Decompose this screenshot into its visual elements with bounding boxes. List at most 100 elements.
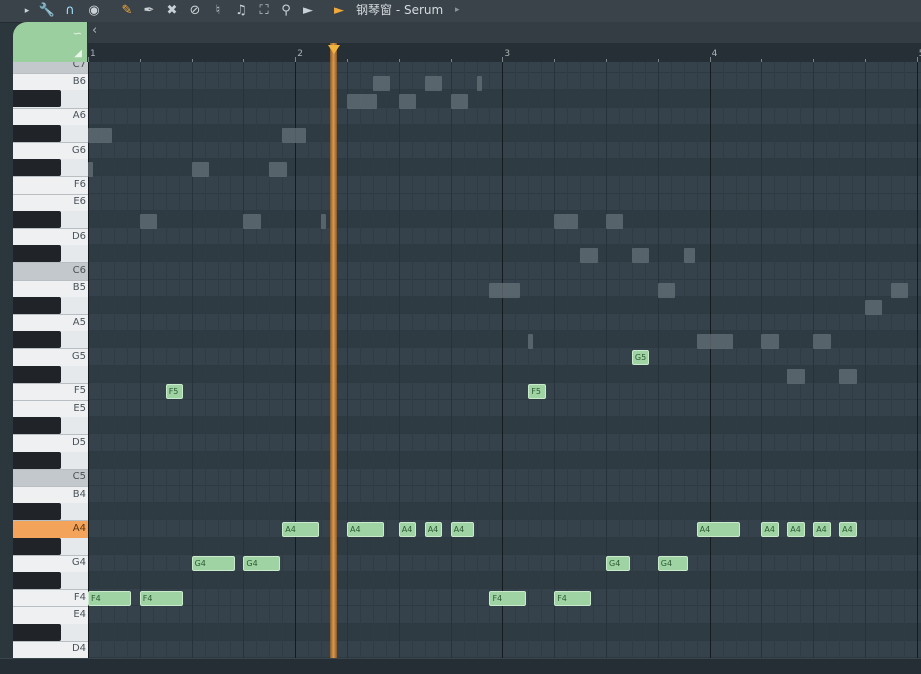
key-label: G6 xyxy=(72,145,86,157)
ghost-note xyxy=(451,94,468,109)
note-g4[interactable]: G4 xyxy=(192,556,235,571)
grid-line xyxy=(697,62,698,658)
note-a4[interactable]: A4 xyxy=(839,522,856,537)
title-arrow-icon[interactable]: ▸ xyxy=(455,0,460,20)
black-key-fs4[interactable] xyxy=(13,572,61,589)
black-key-gs6[interactable] xyxy=(13,125,61,142)
horizontal-scroll[interactable]: ‹ xyxy=(88,22,921,43)
black-key-fs5[interactable] xyxy=(13,366,61,383)
grid-line xyxy=(723,62,724,658)
ghost-note xyxy=(373,76,390,91)
playhead[interactable] xyxy=(330,43,337,663)
grid-row xyxy=(88,624,921,641)
note-a4[interactable]: A4 xyxy=(697,522,740,537)
key-label: C7 xyxy=(73,62,86,71)
black-key-ds6[interactable] xyxy=(13,211,61,228)
pencil-icon[interactable]: ✎ xyxy=(118,2,136,20)
black-key-cs6[interactable] xyxy=(13,245,61,262)
grid-line xyxy=(308,62,309,658)
black-key-ds5[interactable] xyxy=(13,417,61,434)
note-g4[interactable]: G4 xyxy=(606,556,630,571)
grid-line xyxy=(865,62,866,658)
ghost-note xyxy=(606,214,623,229)
note-f4[interactable]: F4 xyxy=(140,591,183,606)
playhead-marker-icon[interactable] xyxy=(328,45,340,54)
note-f4[interactable]: F4 xyxy=(554,591,591,606)
note-a4[interactable]: A4 xyxy=(787,522,804,537)
key-label: F4 xyxy=(74,592,86,604)
grid-line xyxy=(347,62,348,658)
paint-icon[interactable]: ✒ xyxy=(140,2,158,20)
magnet-icon[interactable]: ∩ xyxy=(61,2,79,20)
black-key-ds4[interactable] xyxy=(13,624,61,641)
key-label: B4 xyxy=(73,489,86,501)
grid-line xyxy=(852,62,853,658)
snap-corner[interactable]: ∽ ◢ xyxy=(13,22,87,62)
grid-line xyxy=(373,62,374,658)
key-label: F5 xyxy=(74,385,86,397)
key-label: D6 xyxy=(72,231,86,243)
key-label: C5 xyxy=(73,471,86,483)
grid-line xyxy=(787,62,788,658)
black-key-gs5[interactable] xyxy=(13,331,61,348)
playback-icon[interactable]: ► xyxy=(299,2,317,20)
slice-icon[interactable]: ⊘ xyxy=(186,2,204,20)
note-a4[interactable]: A4 xyxy=(399,522,416,537)
delete-icon[interactable]: ✖ xyxy=(163,2,181,20)
grid-line xyxy=(464,62,465,658)
black-key-as5[interactable] xyxy=(13,297,61,314)
ghost-note xyxy=(632,248,649,263)
black-key-fs6[interactable] xyxy=(13,159,61,176)
timeline-ruler[interactable]: 12345 xyxy=(88,43,921,62)
zoom-icon[interactable]: ⚲ xyxy=(277,2,295,20)
note-a4[interactable]: A4 xyxy=(761,522,778,537)
scroll-left-icon[interactable]: ‹ xyxy=(92,23,97,38)
grid-row xyxy=(88,400,921,417)
black-key-cs5[interactable] xyxy=(13,452,61,469)
key-label: A6 xyxy=(73,110,86,122)
black-key-as4[interactable] xyxy=(13,503,61,520)
bar-number-2: 2 xyxy=(297,49,303,59)
grid-line xyxy=(282,62,283,658)
note-a4[interactable]: A4 xyxy=(813,522,830,537)
ghost-note xyxy=(425,76,442,91)
note-a4[interactable]: A4 xyxy=(425,522,442,537)
grid-line xyxy=(101,62,102,658)
black-key-gs4[interactable] xyxy=(13,538,61,555)
note-a4[interactable]: A4 xyxy=(451,522,475,537)
black-key-as6[interactable] xyxy=(13,90,61,107)
grid-line xyxy=(477,62,478,658)
grid-row xyxy=(88,572,921,589)
note-f4[interactable]: F4 xyxy=(88,591,131,606)
note-f4[interactable]: F4 xyxy=(489,591,526,606)
key-label: D5 xyxy=(72,437,86,449)
grid-row xyxy=(88,538,921,555)
grid-row xyxy=(88,434,921,451)
piano-keyboard[interactable]: C7B6A6G6F6E6D6C6B5A5G5F5E5D5C5B4A4G4F4E4… xyxy=(13,62,89,658)
note-f5[interactable]: F5 xyxy=(166,384,183,399)
note-a4[interactable]: A4 xyxy=(347,522,384,537)
bar-line xyxy=(88,62,89,658)
wrench-icon[interactable]: 🔧 xyxy=(38,2,56,20)
bar-number-4: 4 xyxy=(712,49,718,59)
grid-line xyxy=(386,62,387,658)
stamp-icon[interactable]: ◉ xyxy=(85,2,103,20)
ghost-note xyxy=(399,94,416,109)
speaker-icon[interactable]: ► xyxy=(330,2,348,20)
ghost-note xyxy=(580,248,597,263)
grid-line xyxy=(153,62,154,658)
note-g5[interactable]: G5 xyxy=(632,350,649,365)
note-g4[interactable]: G4 xyxy=(658,556,688,571)
note-grid[interactable]: F4 F4 G4 G4 F5 A4 A4 A4 A4 A4 F4 F5 F4 G4 G5 G4 A4 A4 A4 A4… xyxy=(88,62,921,658)
grid-row xyxy=(88,452,921,469)
mute-icon[interactable]: ♮ xyxy=(209,2,227,20)
note-g4[interactable]: G4 xyxy=(243,556,280,571)
note-a4[interactable]: A4 xyxy=(282,522,319,537)
menu-arrow-icon[interactable]: ▸ xyxy=(22,2,32,20)
note-f5[interactable]: F5 xyxy=(528,384,545,399)
grid-line xyxy=(140,62,141,658)
select-icon[interactable]: ⛶ xyxy=(255,2,273,20)
speaker-mute-icon[interactable]: ♫ xyxy=(232,2,250,20)
bottom-scrollbar[interactable] xyxy=(0,658,921,674)
ghost-note xyxy=(192,162,209,177)
